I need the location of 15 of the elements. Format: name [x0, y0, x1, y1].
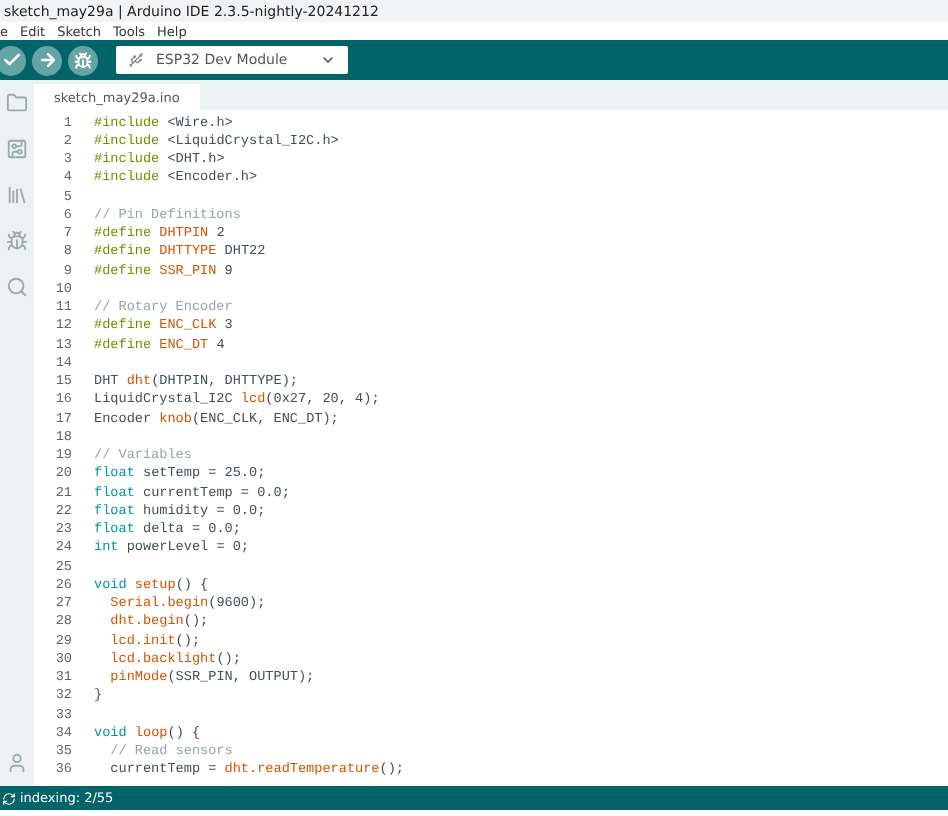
folder-icon[interactable] — [6, 92, 28, 114]
bug-icon[interactable] — [6, 230, 28, 252]
usb-icon — [128, 52, 144, 68]
profile-icon[interactable] — [6, 752, 28, 774]
debug-button[interactable] — [68, 45, 98, 75]
bug-icon — [74, 51, 92, 69]
upload-button[interactable] — [32, 45, 62, 75]
board-icon[interactable] — [6, 138, 28, 160]
arrow-icon — [37, 50, 57, 70]
search-icon[interactable] — [6, 276, 28, 298]
sync-icon — [2, 791, 16, 805]
caret-icon — [320, 52, 336, 68]
verify-button[interactable] — [0, 45, 26, 75]
check-icon — [1, 50, 21, 70]
library-icon[interactable] — [6, 184, 28, 206]
